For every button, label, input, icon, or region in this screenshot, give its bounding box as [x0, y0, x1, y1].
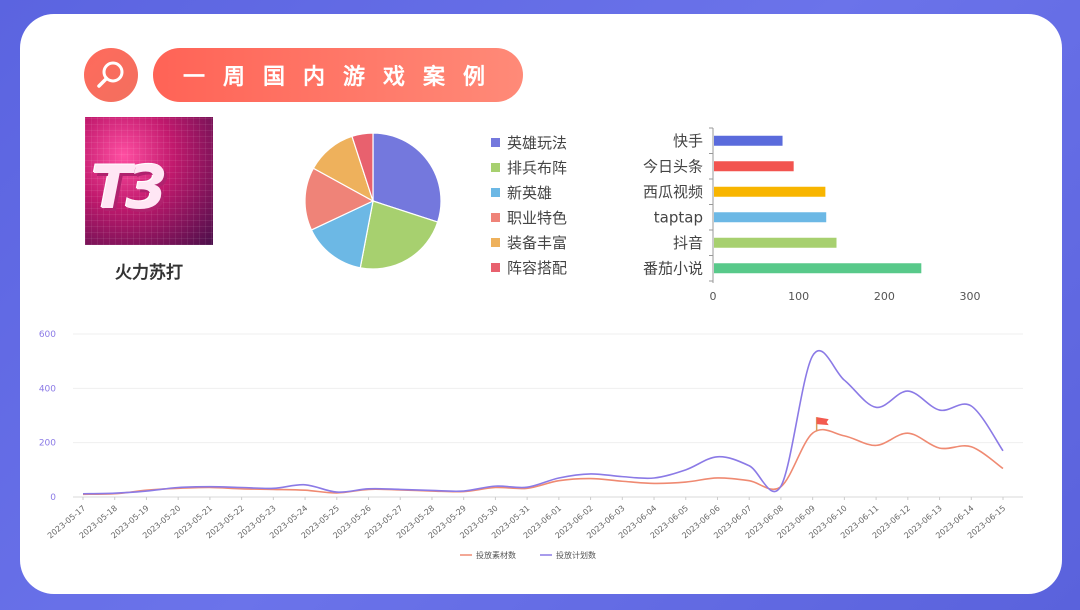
legend-label: 新英雄: [507, 184, 553, 202]
bar-category-label: taptap: [654, 208, 703, 226]
bar-category-label: 抖音: [673, 234, 703, 252]
legend-label: 排兵布阵: [507, 159, 568, 177]
legend-label: 英雄玩法: [507, 134, 568, 152]
bar-x-tick-label: 300: [960, 290, 981, 303]
line-series: [82, 349, 1004, 495]
legend-item: 职业特色: [491, 205, 567, 230]
game-name: 火力苏打: [115, 263, 183, 283]
legend-item: 英雄玩法: [491, 130, 567, 155]
bar-category-label: 今日头条: [643, 157, 703, 175]
legend-item: 新英雄: [491, 180, 567, 205]
legend-item: 阵容搭配: [491, 255, 567, 280]
legend-swatch: [491, 138, 500, 147]
bar: [714, 186, 826, 197]
bar-x-tick-label: 200: [874, 290, 895, 303]
line-y-tick-label: 0: [50, 493, 56, 503]
legend-swatch: [491, 188, 500, 197]
bar: [714, 135, 783, 146]
legend-label: 阵容搭配: [507, 259, 568, 277]
game-cover-image: T3: [85, 117, 213, 245]
legend-label: 职业特色: [507, 209, 568, 227]
bar-category-label: 番茄小说: [643, 259, 703, 277]
page-title: 一周国内游戏案例: [153, 48, 523, 102]
pie-chart: [300, 128, 446, 274]
bar: [714, 212, 827, 223]
bar-category-label: 西瓜视频: [643, 183, 703, 201]
bar: [714, 161, 794, 172]
line-legend-label: 投放计划数: [556, 550, 596, 560]
game-logo: T3: [91, 153, 168, 223]
legend-label: 装备丰富: [507, 234, 568, 252]
bar-category-label: 快手: [673, 132, 703, 150]
line-y-tick-label: 400: [39, 384, 56, 394]
line-chart: 0 200 400 600 2023-05-17 2023-05-18 2023-05-19…: [28, 318, 1038, 578]
line-legend-label: 投放素材数: [476, 550, 516, 560]
line-y-tick-label: 600: [39, 330, 56, 340]
bar-x-tick-label: 0: [710, 290, 717, 303]
legend-swatch: [491, 163, 500, 172]
bar-chart: 快手今日头条西瓜视频 taptap 抖音番茄小说 0 100 200 300: [630, 122, 1010, 307]
legend-item: 排兵布阵: [491, 155, 567, 180]
line-svg: 02004006002023-05-172023-05-182023-05-19…: [39, 330, 1023, 560]
pie-svg: [304, 132, 442, 270]
bar-x-tick-label: 100: [788, 290, 809, 303]
legend-item: 装备丰富: [491, 230, 567, 255]
bar: [714, 263, 922, 274]
line-series: [82, 428, 1004, 496]
legend-swatch: [491, 238, 500, 247]
bar-svg: 快手今日头条西瓜视频 taptap 抖音番茄小说 0 100 200 300: [643, 127, 981, 303]
flag-icon: [816, 417, 829, 426]
line-y-tick-label: 200: [39, 439, 56, 449]
legend-swatch: [491, 213, 500, 222]
legend-swatch: [491, 263, 500, 272]
search-badge: [84, 48, 138, 102]
search-icon: [97, 61, 124, 88]
bar: [714, 237, 837, 248]
pie-legend: 英雄玩法排兵布阵新英雄职业特色装备丰富阵容搭配: [491, 130, 567, 280]
